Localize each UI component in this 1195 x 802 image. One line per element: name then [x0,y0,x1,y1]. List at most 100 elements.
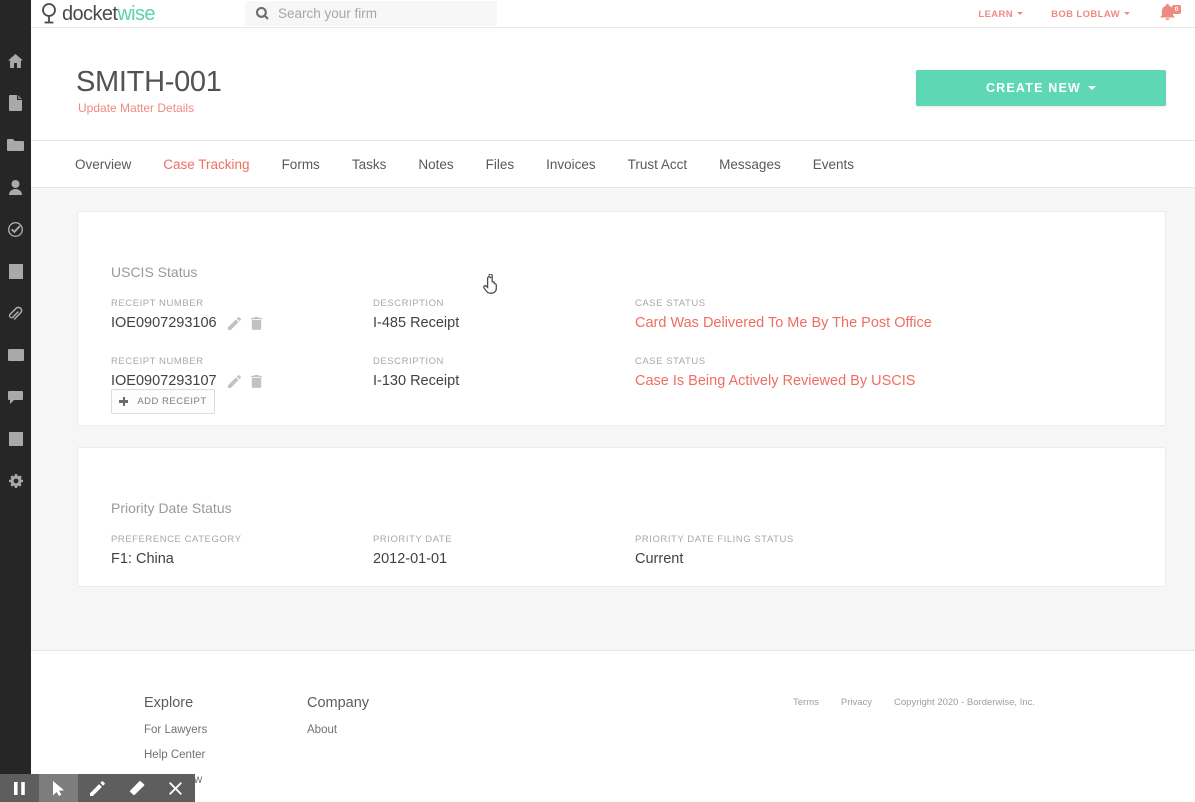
footer-column-company: Company About [307,695,369,736]
case-status-value: Case Is Being Actively Reviewed By USCIS [635,373,1095,389]
chevron-down-icon [1124,12,1130,15]
case-status-label: CASE STATUS [635,356,1095,367]
notification-badge: 0 [1172,5,1181,14]
sidebar-item-calendar[interactable] [0,418,31,460]
create-new-button[interactable]: CREATE NEW [916,70,1166,106]
edit-pencil-icon[interactable] [228,375,241,388]
uscis-status-card: USCIS Status RECEIPT NUMBER IOE090729310… [77,211,1166,426]
tab-messages[interactable]: Messages [719,157,801,172]
footer-heading-explore: Explore [144,695,207,711]
sidebar-item-matters[interactable] [0,124,31,166]
notifications-button[interactable]: 0 [1144,4,1185,25]
search-input-placeholder[interactable]: Search your firm [278,6,377,21]
tab-invoices[interactable]: Invoices [546,157,616,172]
top-header-bar: docketwise Search your firm LEARN BOB LO… [31,0,1195,28]
sidebar-item-attachments[interactable] [0,292,31,334]
search-bar[interactable]: Search your firm [245,1,497,26]
receipt-number-label: RECEIPT NUMBER [111,356,373,367]
case-status-value: Card Was Delivered To Me By The Post Off… [635,315,1095,331]
case-status-cell: CASE STATUS Card Was Delivered To Me By … [635,298,1095,331]
filing-status-value: Current [635,551,1095,567]
receipt-row-2: RECEIPT NUMBER IOE0907293107 DESCRIPTION… [111,356,1095,389]
footer-copyright: Copyright 2020 - Borderwise, Inc. [894,697,1035,708]
close-toolbar-button[interactable] [156,774,195,802]
search-icon [256,7,269,20]
chevron-down-icon [1017,12,1023,15]
sidebar-item-billing[interactable] [0,334,31,376]
user-menu[interactable]: BOB LOBLAW [1037,9,1144,20]
select-tool-button[interactable] [39,774,78,802]
priority-date-cell: PRIORITY DATE 2012-01-01 [373,534,635,567]
edit-pencil-icon[interactable] [228,317,241,330]
filing-status-cell: PRIORITY DATE FILING STATUS Current [635,534,1095,567]
learn-menu[interactable]: LEARN [964,9,1037,20]
plus-icon [119,397,128,406]
priority-date-label: PRIORITY DATE [373,534,635,545]
recording-toolbar [0,774,195,802]
sidebar-item-contacts[interactable] [0,166,31,208]
tab-notes[interactable]: Notes [418,157,473,172]
page-header: SMITH-001 Update Matter Details CREATE N… [31,28,1195,141]
preference-category-cell: PREFERENCE CATEGORY F1: China [111,534,373,567]
footer-link-for-lawyers[interactable]: For Lawyers [144,724,207,736]
receipt-number-value-group: IOE0907293107 [111,373,373,389]
sidebar-item-home[interactable] [0,40,31,82]
description-value: I-485 Receipt [373,315,635,331]
uscis-status-heading: USCIS Status [111,264,197,280]
priority-date-heading: Priority Date Status [111,500,232,516]
sidebar-item-messages[interactable] [0,376,31,418]
description-label: DESCRIPTION [373,298,635,309]
case-status-cell: CASE STATUS Case Is Being Actively Revie… [635,356,1095,389]
footer-link-help-center[interactable]: Help Center [144,749,207,761]
page-title: SMITH-001 [76,66,222,99]
sidebar-item-settings[interactable] [0,460,31,502]
receipt-row-1: RECEIPT NUMBER IOE0907293106 DESCRIPTION… [111,298,1095,331]
tab-case-tracking[interactable]: Case Tracking [163,157,269,172]
tab-events[interactable]: Events [813,157,874,172]
tab-forms[interactable]: Forms [282,157,340,172]
tab-tasks[interactable]: Tasks [352,157,407,172]
footer-link-terms[interactable]: Terms [793,697,819,708]
main-content: USCIS Status RECEIPT NUMBER IOE090729310… [31,188,1195,650]
brand-logo-group[interactable]: docketwise [31,0,231,28]
tab-trust-acct[interactable]: Trust Acct [628,157,708,172]
filing-status-label: PRIORITY DATE FILING STATUS [635,534,1095,545]
preference-category-value: F1: China [111,551,373,567]
sidebar-item-forms[interactable] [0,250,31,292]
receipt-number-cell: RECEIPT NUMBER IOE0907293107 [111,356,373,389]
chevron-down-icon [1088,86,1096,90]
receipt-number-value: IOE0907293106 [111,315,217,331]
docketwise-logo-icon [39,3,59,25]
receipt-number-value-group: IOE0907293106 [111,315,373,331]
description-value: I-130 Receipt [373,373,635,389]
create-new-label: CREATE NEW [986,81,1081,95]
matter-tabs: Overview Case Tracking Forms Tasks Notes… [31,141,1195,188]
pen-tool-button[interactable] [78,774,117,802]
user-menu-label: BOB LOBLAW [1051,9,1120,20]
pause-button[interactable] [0,774,39,802]
footer-heading-company: Company [307,695,369,711]
sidebar-item-documents[interactable] [0,82,31,124]
priority-date-value: 2012-01-01 [373,551,635,567]
add-receipt-label: ADD RECEIPT [137,396,206,407]
receipt-number-cell: RECEIPT NUMBER IOE0907293106 [111,298,373,331]
description-label: DESCRIPTION [373,356,635,367]
add-receipt-button[interactable]: ADD RECEIPT [111,389,215,414]
brand-name-part2: wise [117,3,155,25]
footer-link-privacy[interactable]: Privacy [841,697,872,708]
footer-column-explore: Explore For Lawyers Help Center Family L… [144,695,207,786]
footer-link-about[interactable]: About [307,724,369,736]
tab-files[interactable]: Files [486,157,535,172]
page-footer: Explore For Lawyers Help Center Family L… [31,650,1195,802]
tab-overview[interactable]: Overview [75,157,151,172]
delete-trash-icon[interactable] [251,375,262,388]
receipt-number-value: IOE0907293107 [111,373,217,389]
sidebar-item-tasks[interactable] [0,208,31,250]
receipt-number-label: RECEIPT NUMBER [111,298,373,309]
update-matter-details-link[interactable]: Update Matter Details [78,101,194,115]
case-status-label: CASE STATUS [635,298,1095,309]
header-right-group: LEARN BOB LOBLAW 0 [964,0,1185,28]
preference-category-label: PREFERENCE CATEGORY [111,534,373,545]
delete-trash-icon[interactable] [251,317,262,330]
eraser-tool-button[interactable] [117,774,156,802]
